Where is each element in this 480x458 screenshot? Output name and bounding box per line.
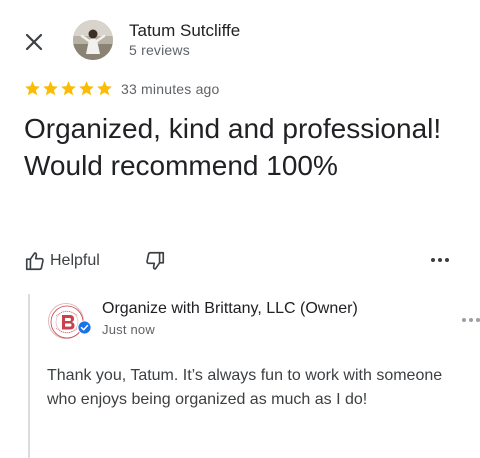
verified-badge-icon [77, 320, 92, 335]
not-helpful-button[interactable] [143, 248, 167, 274]
close-button[interactable] [20, 28, 48, 56]
reply-time: Just now [102, 322, 155, 337]
reviewer-avatar[interactable] [73, 20, 113, 60]
reply-text: Thank you, Tatum. It’s always fun to wor… [47, 367, 443, 408]
thumbs-down-icon [146, 251, 165, 270]
close-icon [25, 33, 43, 51]
thumbs-up-icon [25, 252, 44, 271]
owner-name[interactable]: Organize with Brittany, LLC (Owner) [102, 300, 358, 318]
helpful-label: Helpful [50, 252, 100, 269]
review-text: Organized, kind and professional! Would … [24, 113, 442, 181]
more-options-button[interactable] [426, 250, 454, 270]
review-count: 5 reviews [129, 42, 190, 58]
star-icon [61, 81, 76, 96]
more-horizontal-icon [431, 258, 449, 262]
review-detail-page: Tatum Sutcliffe 5 reviews 33 minutes ago… [0, 0, 480, 458]
reply-thread-line [28, 294, 30, 458]
star-icon [79, 81, 94, 96]
star-icon [97, 81, 112, 96]
more-horizontal-icon [462, 318, 480, 322]
review-time: 33 minutes ago [121, 81, 220, 97]
star-rating [24, 80, 113, 97]
reviewer-name[interactable]: Tatum Sutcliffe [129, 21, 240, 41]
helpful-button[interactable]: Helpful [24, 248, 100, 274]
reply-more-options-button[interactable] [458, 313, 480, 327]
star-icon [43, 81, 58, 96]
star-icon [25, 81, 40, 96]
